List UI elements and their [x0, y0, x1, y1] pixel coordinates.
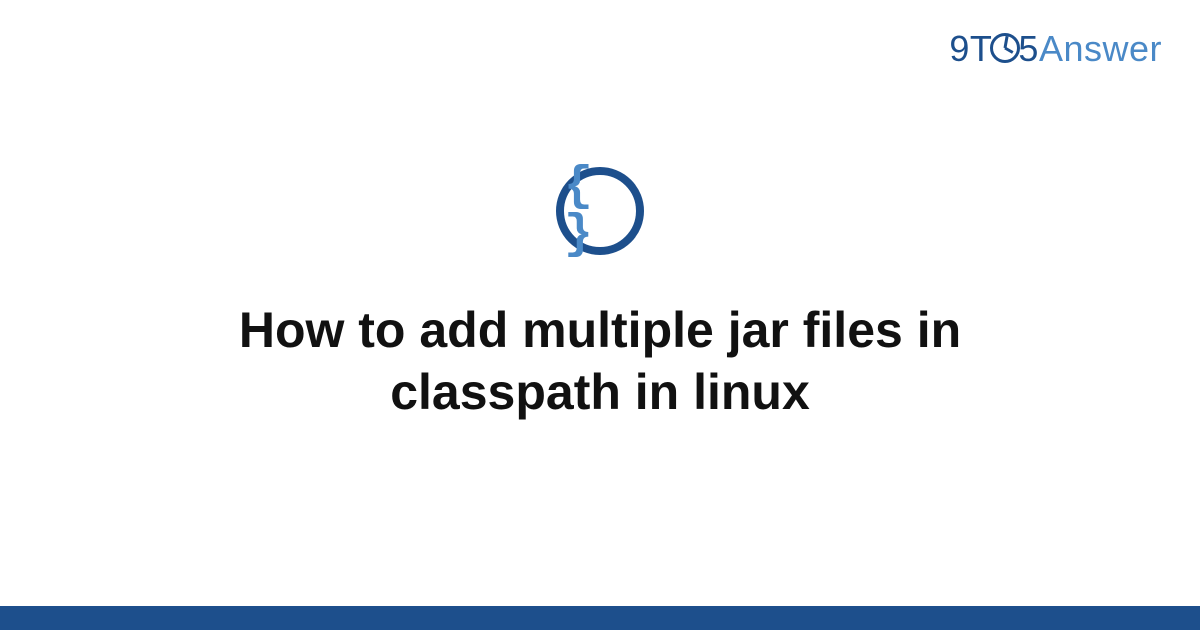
code-braces-icon: { } [556, 167, 644, 255]
page-title: How to add multiple jar files in classpa… [150, 299, 1050, 424]
braces-symbol: { } [564, 163, 636, 259]
main-content: { } How to add multiple jar files in cla… [0, 0, 1200, 630]
footer-bar [0, 606, 1200, 630]
